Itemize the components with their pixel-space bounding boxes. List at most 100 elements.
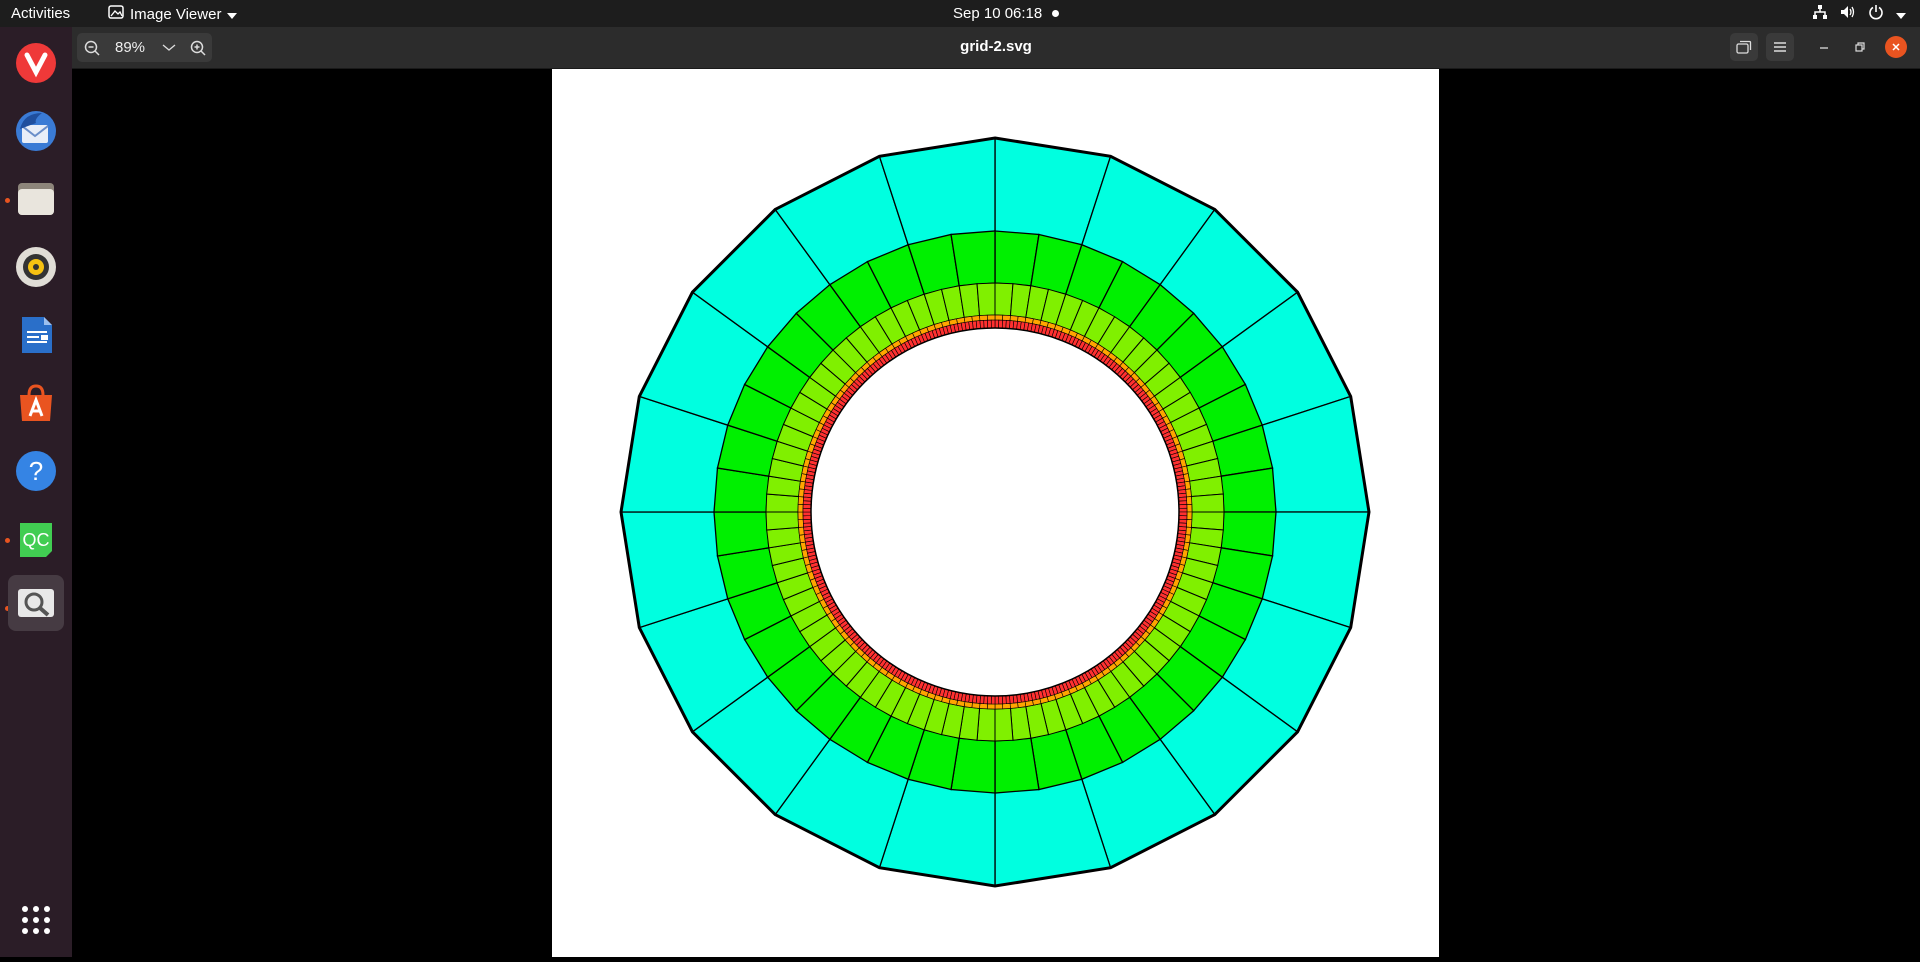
inner-hole xyxy=(810,327,1180,697)
mesh-cell xyxy=(1002,703,1011,710)
mesh-group xyxy=(619,136,1371,888)
mesh-cell xyxy=(1186,503,1193,513)
mesh-cell xyxy=(1190,493,1225,513)
mesh-cell xyxy=(1220,467,1277,513)
mesh-cell xyxy=(987,319,992,329)
mesh-cell xyxy=(986,314,996,321)
grid-image xyxy=(619,136,1371,888)
mesh-cell xyxy=(1186,511,1193,521)
minimize-button[interactable] xyxy=(1810,33,1838,61)
mesh-cell xyxy=(802,518,812,524)
dock-item-help[interactable]: ? xyxy=(8,443,64,499)
vivaldi-icon xyxy=(16,43,56,83)
restore-button[interactable] xyxy=(1846,33,1874,61)
power-icon xyxy=(1868,4,1884,24)
grid-icon xyxy=(22,906,50,934)
app-menu[interactable]: Image Viewer xyxy=(108,5,238,23)
restore-icon xyxy=(1855,42,1865,52)
mesh-cell xyxy=(987,695,992,705)
mesh-cell xyxy=(1186,519,1193,528)
mesh-cell xyxy=(998,319,1003,329)
hamburger-menu-icon xyxy=(1774,42,1786,52)
mesh-cell xyxy=(976,707,996,742)
mesh-cell xyxy=(1178,511,1188,517)
system-tray[interactable] xyxy=(1812,4,1906,24)
mesh-cell xyxy=(1178,500,1188,506)
qc-icon: QC xyxy=(20,523,52,557)
dock-item-thunderbird[interactable] xyxy=(8,103,64,159)
chevron-down-icon xyxy=(1896,6,1906,23)
svg-text:QC: QC xyxy=(23,530,50,550)
notification-dot xyxy=(1052,10,1059,17)
mesh-cell xyxy=(802,504,812,509)
mesh-cell xyxy=(1186,496,1193,505)
main-menu-button[interactable] xyxy=(1766,33,1794,61)
dock-item-writer[interactable] xyxy=(8,307,64,363)
mesh-cell xyxy=(797,511,804,521)
image-viewer-small-icon xyxy=(108,5,124,23)
top-bar: Activities Image Viewer Sep 10 06:18 xyxy=(0,0,1920,27)
mesh-cell xyxy=(998,695,1003,705)
dock-item-files[interactable] xyxy=(8,171,64,227)
mesh-cell xyxy=(797,503,804,513)
mesh-cell xyxy=(994,695,1000,705)
mesh-cell xyxy=(986,703,996,710)
network-icon xyxy=(1812,4,1828,24)
header-bar: 89% grid-2.svg xyxy=(72,27,1920,69)
mesh-cell xyxy=(802,507,812,513)
help-icon: ? xyxy=(16,451,56,491)
mesh-cell xyxy=(1178,515,1188,520)
close-button[interactable] xyxy=(1882,33,1910,61)
mesh-cell xyxy=(1178,507,1188,513)
mesh-cell xyxy=(990,695,996,705)
gallery-button[interactable] xyxy=(1730,33,1758,61)
mesh-cell xyxy=(994,314,1004,321)
window-title: grid-2.svg xyxy=(960,38,1032,55)
volume-icon xyxy=(1840,4,1856,24)
app-menu-label: Image Viewer xyxy=(130,5,222,23)
mesh-cell xyxy=(797,496,804,505)
mesh-cell xyxy=(765,511,800,531)
show-apps-button[interactable] xyxy=(8,892,64,948)
mesh-cell xyxy=(976,282,996,317)
dock: ? QC xyxy=(0,27,72,957)
mesh-cell xyxy=(994,737,1040,794)
gallery-icon xyxy=(1736,40,1752,54)
image-viewer-icon xyxy=(18,589,54,617)
mesh-cell xyxy=(802,515,812,520)
files-icon xyxy=(18,183,54,215)
dock-item-qc[interactable]: QC xyxy=(8,511,64,567)
mesh-cell xyxy=(1178,504,1188,509)
mesh-cell xyxy=(797,519,804,528)
mesh-cell xyxy=(994,282,1014,317)
mesh-cell xyxy=(1001,695,1007,705)
mesh-cell xyxy=(802,511,812,517)
mesh-cell xyxy=(950,230,996,287)
software-icon xyxy=(20,384,52,421)
mesh-cell xyxy=(994,703,1004,710)
dock-item-software[interactable] xyxy=(8,375,64,431)
mesh-cell xyxy=(765,493,800,513)
chevron-down-icon xyxy=(227,6,238,23)
clock[interactable]: Sep 10 06:18 xyxy=(953,5,1042,22)
mesh-cell xyxy=(994,319,1000,329)
mesh-cell xyxy=(994,707,1014,742)
window-controls xyxy=(1730,33,1910,61)
mesh-cell xyxy=(990,319,996,329)
image-canvas[interactable] xyxy=(552,69,1439,957)
mesh-cell xyxy=(713,511,770,557)
dock-item-rhythmbox[interactable] xyxy=(8,239,64,295)
close-icon xyxy=(1885,36,1907,58)
rhythmbox-icon xyxy=(16,247,56,287)
mesh-cell xyxy=(979,314,988,321)
svg-text:?: ? xyxy=(29,456,43,486)
writer-icon xyxy=(22,317,52,353)
mesh-cell xyxy=(1002,314,1011,321)
thunderbird-icon xyxy=(16,111,56,151)
dock-item-image-viewer[interactable] xyxy=(8,575,64,631)
minimize-icon xyxy=(1820,47,1828,49)
mesh-cell xyxy=(979,703,988,710)
activities-button[interactable]: Activities xyxy=(11,5,70,22)
dock-item-vivaldi[interactable] xyxy=(8,35,64,91)
mesh-cell xyxy=(983,319,989,329)
